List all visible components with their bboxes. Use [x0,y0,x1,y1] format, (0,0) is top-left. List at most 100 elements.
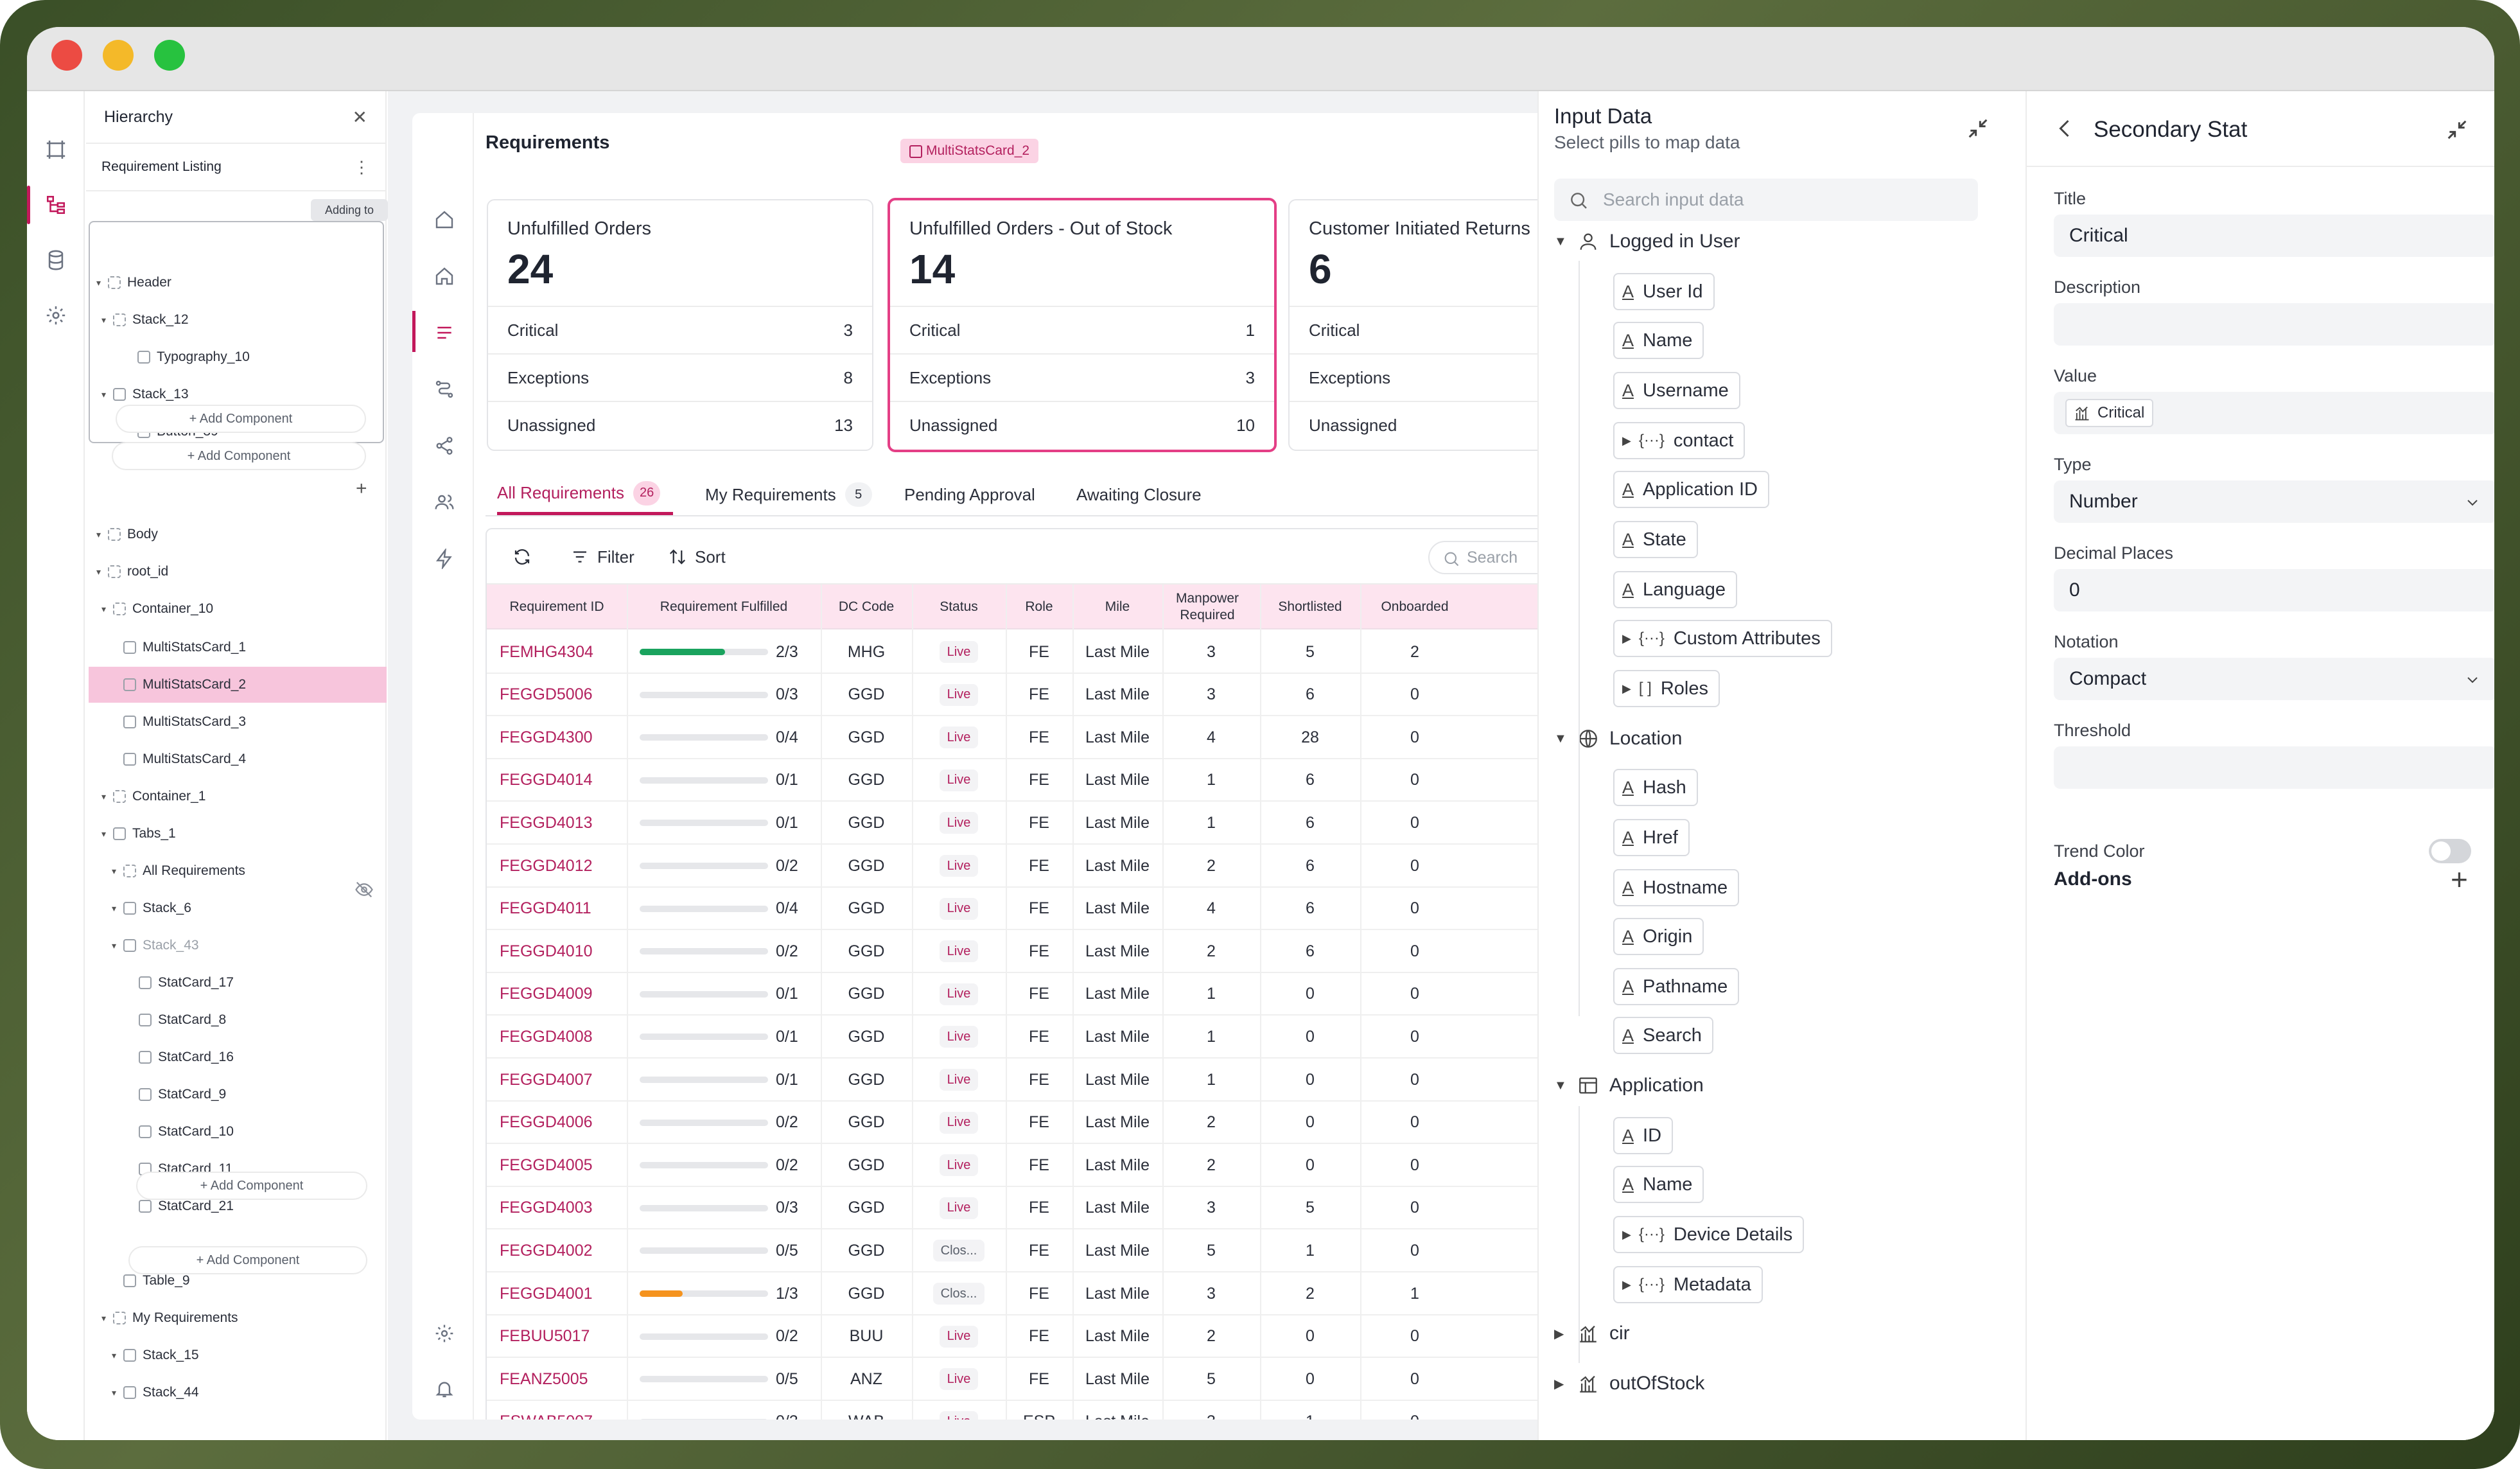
close-window-button[interactable] [51,40,82,71]
bell-icon[interactable] [432,1376,457,1402]
tree-item[interactable]: ▾ Stack_6 [112,890,387,926]
value-binding-chip[interactable]: Critical [2065,399,2154,427]
notation-select[interactable]: Compact [2054,658,2494,700]
data-pill-language[interactable]: A Language [1613,571,1738,608]
filter-button[interactable]: Filter [570,543,634,570]
users-icon[interactable] [432,489,457,515]
settings-gear-icon[interactable] [41,301,71,330]
cell-id[interactable]: FEGGD4010 [487,930,627,972]
data-pill-contact[interactable]: ▶ {···} contact [1613,422,1746,459]
cell-id[interactable]: ESWAB5007 [487,1401,627,1420]
sort-button[interactable]: Sort [668,543,726,570]
cell-id[interactable]: FEGGD4003 [487,1187,627,1229]
group-caret-icon[interactable]: ▼ [1554,234,1577,249]
column-header[interactable]: Onboarded [1360,585,1469,629]
tree-item[interactable]: StatCard_16 [127,1039,387,1075]
table-row[interactable]: FEGGD4002 0/5 GGD Clos... FE Last Mile 5 1 0 [487,1229,1563,1272]
table-row[interactable]: FEGGD4013 0/1 GGD Live FE Last Mile 1 6 0 [487,802,1563,845]
input-group-logged-in-user[interactable]: ▼ Logged in User [1554,222,1740,261]
lightning-icon[interactable] [432,546,457,572]
cell-id[interactable]: FEGGD4008 [487,1016,627,1058]
tree-item[interactable]: ▾ Body [96,516,387,552]
hierarchy-tree-icon[interactable] [41,190,71,220]
tree-item[interactable]: ▾ root_id [96,554,387,590]
data-pill-state[interactable]: A State [1613,521,1698,558]
threshold-field[interactable] [2054,746,2494,789]
table-row[interactable]: FEGGD4007 0/1 GGD Live FE Last Mile 1 0 0 [487,1059,1563,1102]
share-icon[interactable] [432,433,457,459]
expand-caret-icon[interactable]: ▶ [1622,434,1631,448]
settings-gear-icon[interactable] [432,1321,457,1346]
column-header[interactable]: Requirement Fulfilled [627,585,821,629]
maximize-window-button[interactable] [154,40,185,71]
back-arrow-icon[interactable] [2054,117,2077,140]
cell-id[interactable]: FEANZ5005 [487,1358,627,1400]
table-row[interactable]: ESWAB5007 0/3 WAB Live ESPLast Mile310 [487,1401,1563,1420]
title-field[interactable]: Critical [2054,215,2494,257]
data-pill-roles[interactable]: ▶ [ ] Roles [1613,670,1720,707]
minimize-window-button[interactable] [103,40,134,71]
tree-caret-icon[interactable]: ▾ [101,829,113,840]
group-caret-icon[interactable]: ▶ [1554,1326,1577,1342]
cell-id[interactable]: FEGGD4005 [487,1144,627,1186]
selected-component-tag[interactable]: MultiStatsCard_2 [900,139,1039,163]
cell-id[interactable]: FEGGD4001 [487,1272,627,1315]
table-row[interactable]: FEGGD4009 0/1 GGD Live FE Last Mile 1 0 0 [487,973,1563,1016]
tree-caret-icon[interactable]: ▾ [96,567,108,577]
tree-caret-icon[interactable]: ▾ [96,529,108,540]
input-group-outofstock[interactable]: ▶ outOfStock [1554,1364,1704,1403]
tree-caret-icon[interactable]: ▾ [112,940,123,951]
add-component-button[interactable]: + Add Component [116,405,366,433]
tree-item[interactable]: ▾ Stack_44 [112,1375,387,1411]
column-header[interactable]: Requirement ID [487,585,627,629]
cell-id[interactable]: FEGGD4300 [487,716,627,759]
table-row[interactable]: FEMHG4304 2/3 MHG Live FE Last Mile 3 5 2 [487,631,1563,674]
tree-caret-icon[interactable]: ▾ [112,866,123,877]
cell-id[interactable]: FEGGD4009 [487,973,627,1016]
tree-item[interactable]: StatCard_17 [127,965,387,1001]
column-header[interactable]: Mile [1072,585,1162,629]
database-icon[interactable] [41,245,71,275]
table-row[interactable]: FEANZ5005 0/5 ANZ Live FE Last Mile 5 0 0 [487,1358,1563,1401]
description-field[interactable] [2054,303,2494,346]
cell-id[interactable]: FEMHG4304 [487,631,627,673]
expand-caret-icon[interactable]: ▶ [1622,632,1631,646]
add-component-button[interactable]: + Add Component [128,1246,367,1274]
cell-id[interactable]: FEBUU5017 [487,1315,627,1358]
cell-id[interactable]: FEGGD4011 [487,888,627,930]
data-pill-origin[interactable]: A Origin [1613,918,1704,955]
data-pill-name[interactable]: A Name [1613,322,1704,359]
cell-id[interactable]: FEGGD4012 [487,845,627,887]
decimal-places-field[interactable]: 0 [2054,569,2494,611]
tree-caret-icon[interactable]: ▾ [101,604,113,615]
add-component-button[interactable]: + Add Component [136,1172,367,1200]
data-pill-hash[interactable]: A Hash [1613,769,1698,806]
tree-item[interactable]: StatCard_8 [127,1002,387,1038]
tree-item[interactable]: ▾ Tabs_1 [101,816,387,852]
table-row[interactable]: FEGGD4014 0/1 GGD Live FE Last Mile 1 6 0 [487,759,1563,802]
group-caret-icon[interactable]: ▼ [1554,1078,1577,1093]
data-pill-name[interactable]: A Name [1613,1166,1704,1203]
cell-id[interactable]: FEGGD4007 [487,1059,627,1101]
tree-item[interactable]: MultiStatsCard_3 [112,704,387,740]
data-pill-id[interactable]: A ID [1613,1117,1674,1154]
table-row[interactable]: FEGGD4006 0/2 GGD Live FE Last Mile 2 0 0 [487,1102,1563,1145]
collapse-icon[interactable] [2444,117,2470,143]
data-pill-href[interactable]: A Href [1613,819,1690,856]
tree-item[interactable]: ▾ All Requirements [112,853,387,889]
eye-off-icon[interactable] [354,880,375,901]
multi-stats-card[interactable]: Customer Initiated Returns 6 Critical Excep… [1288,199,1563,451]
cell-id[interactable]: FEGGD5006 [487,674,627,716]
home-alt-icon[interactable] [432,263,457,289]
data-pill-metadata[interactable]: ▶ {···} Metadata [1613,1266,1763,1303]
table-row[interactable]: FEGGD4005 0/2 GGD Live FE Last Mile 2 0 0 [487,1144,1563,1187]
cell-id[interactable]: FEGGD4002 [487,1229,627,1272]
expand-caret-icon[interactable]: ▶ [1622,1278,1631,1292]
tree-caret-icon[interactable]: ▾ [101,1313,113,1324]
group-caret-icon[interactable]: ▶ [1554,1376,1577,1392]
input-group-application[interactable]: ▼ Application [1554,1066,1704,1105]
type-select[interactable]: Number [2054,480,2494,523]
tree-item[interactable]: StatCard_9 [127,1077,387,1113]
data-pill-device-details[interactable]: ▶ {···} Device Details [1613,1216,1805,1253]
table-row[interactable]: FEGGD5006 0/3 GGD Live FE Last Mile 3 6 0 [487,674,1563,717]
